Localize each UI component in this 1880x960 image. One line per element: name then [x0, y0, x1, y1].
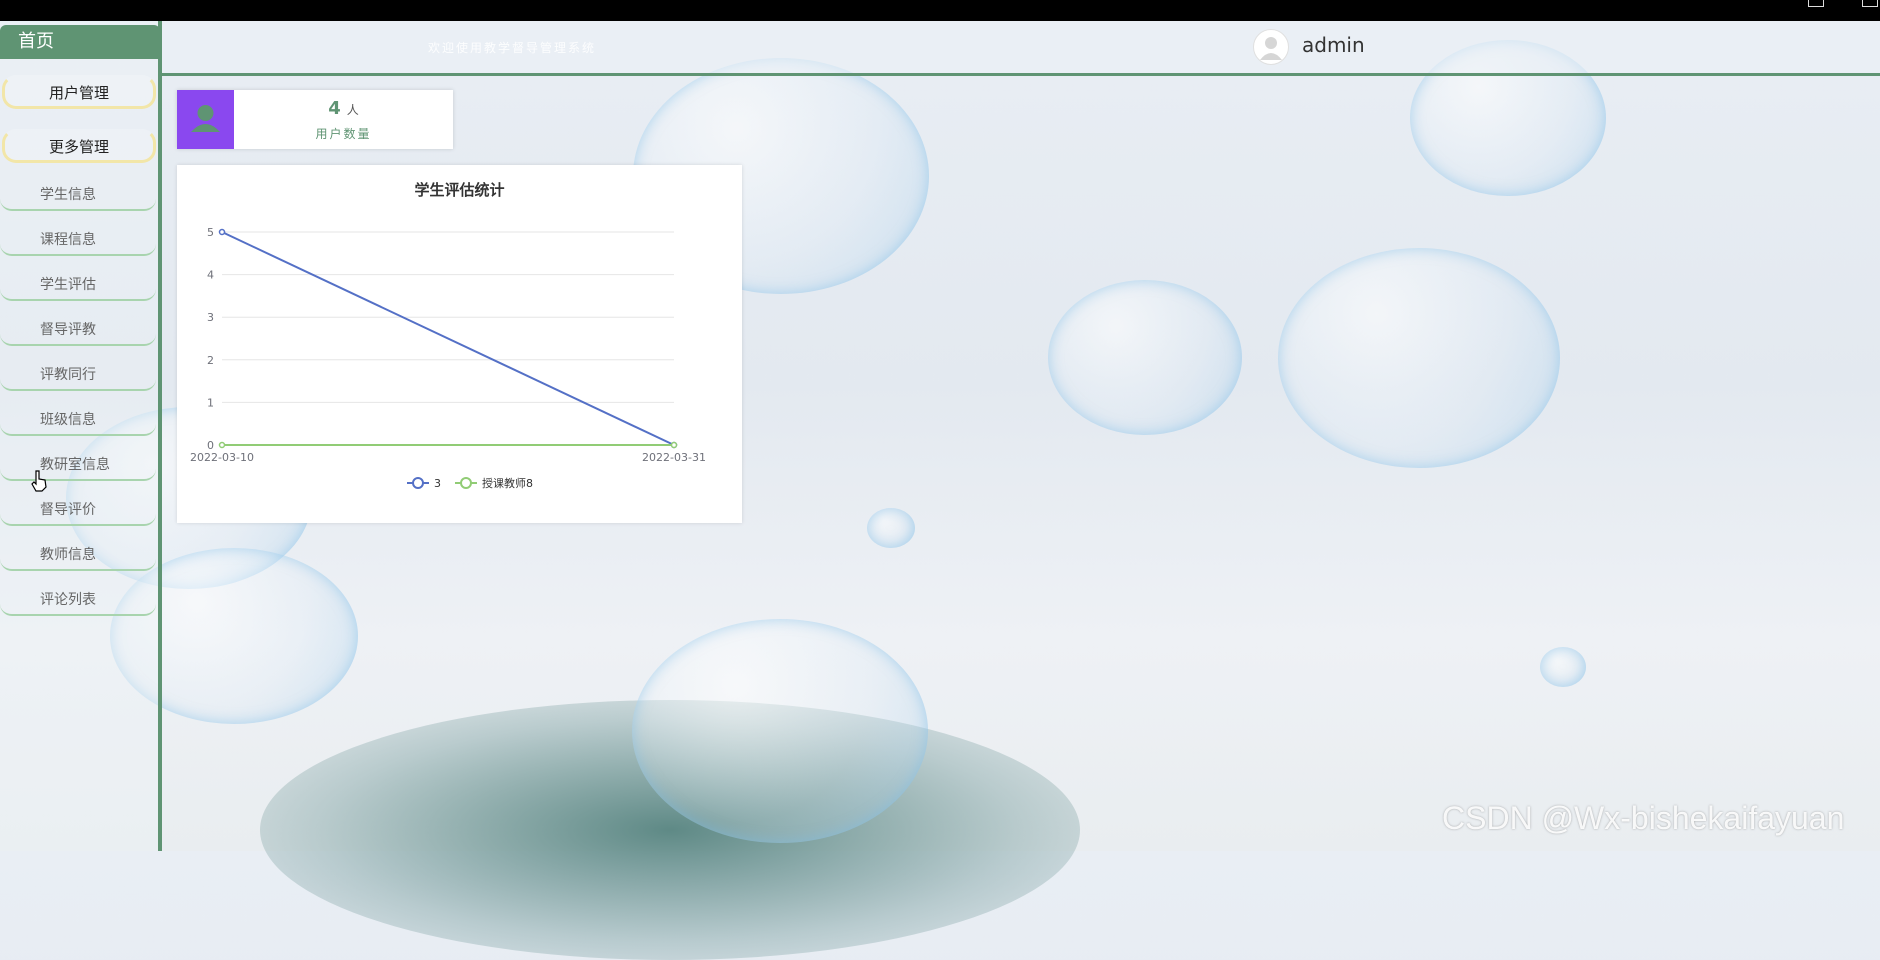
hand-cursor-icon	[31, 470, 47, 492]
y-tick-label: 5	[207, 226, 214, 239]
bg-bubble	[1278, 248, 1560, 468]
user-avatar-icon	[1260, 37, 1282, 60]
user-count-card: 4人 用户数量	[177, 90, 453, 149]
window-close-icon[interactable]	[1862, 0, 1878, 7]
series-line	[221, 231, 675, 446]
line-chart: 0123452022-03-10 2022-03-313 授课教师8	[190, 226, 706, 490]
top-black-bar	[0, 0, 1880, 21]
x-tick-label: 2022-03-10	[190, 451, 254, 464]
bg-bubble	[867, 508, 915, 548]
legend-label: 授课教师8	[482, 476, 533, 490]
bg-bubble	[1048, 280, 1242, 435]
user-count-number: 4	[328, 98, 341, 119]
menu-more-management[interactable]: 更多管理	[2, 129, 156, 163]
legend-marker	[460, 477, 472, 489]
user-count-unit: 人	[346, 103, 359, 117]
bg-bubble	[632, 619, 928, 843]
sidebar-item-student-info[interactable]: 学生信息	[0, 180, 156, 211]
window-restore-icon[interactable]	[1808, 0, 1824, 7]
sidebar-item-student-evaluation[interactable]: 学生评估	[0, 270, 156, 301]
user-avatar[interactable]	[1253, 29, 1289, 65]
bg-bubble	[1540, 647, 1586, 687]
user-count-label: 用户数量	[315, 127, 372, 141]
top-header: 欢迎使用教学督导管理系统 admin	[160, 21, 1880, 76]
sidebar-item-peer-evaluation[interactable]: 评教同行	[0, 360, 156, 391]
user-count-value: 4人	[234, 98, 453, 119]
sidebar-item-teacher-info[interactable]: 教师信息	[0, 540, 156, 571]
series-point	[218, 441, 226, 449]
student-evaluation-chart-card: 学生评估统计 0 1 2 3 4 5 2022-03-10 2022-03-31 3 授课教师8	[177, 165, 742, 523]
y-tick-label: 1	[207, 396, 214, 409]
sidebar: 首页 用户管理 更多管理 学生信息 课程信息 学生评估 督导评教 评教同行 班级…	[0, 21, 162, 851]
legend-label: 3	[434, 477, 441, 490]
sidebar-item-teaching-office-info[interactable]: 教研室信息	[0, 450, 156, 481]
sidebar-item-comment-list[interactable]: 评论列表	[0, 585, 156, 616]
menu-user-management[interactable]: 用户管理	[2, 75, 156, 109]
series-point	[670, 441, 678, 449]
legend-marker	[412, 477, 424, 489]
user-icon	[177, 90, 234, 149]
sidebar-item-course-info[interactable]: 课程信息	[0, 225, 156, 256]
x-tick-label: 2022-03-31	[642, 451, 706, 464]
y-tick-label: 3	[207, 311, 214, 324]
watermark: CSDN @Wx-bishekaifayuan	[1442, 800, 1845, 836]
sidebar-item-supervisor-review[interactable]: 督导评价	[0, 495, 156, 526]
y-tick-label: 2	[207, 354, 214, 367]
series-point	[218, 228, 226, 236]
y-tick-label: 4	[207, 269, 214, 282]
sidebar-item-class-info[interactable]: 班级信息	[0, 405, 156, 436]
sidebar-item-supervisor-evaluation[interactable]: 督导评教	[0, 315, 156, 346]
welcome-text: 欢迎使用教学督导管理系统	[428, 41, 597, 55]
sidebar-home[interactable]: 首页	[0, 25, 160, 59]
username-label[interactable]: admin	[1302, 33, 1365, 57]
